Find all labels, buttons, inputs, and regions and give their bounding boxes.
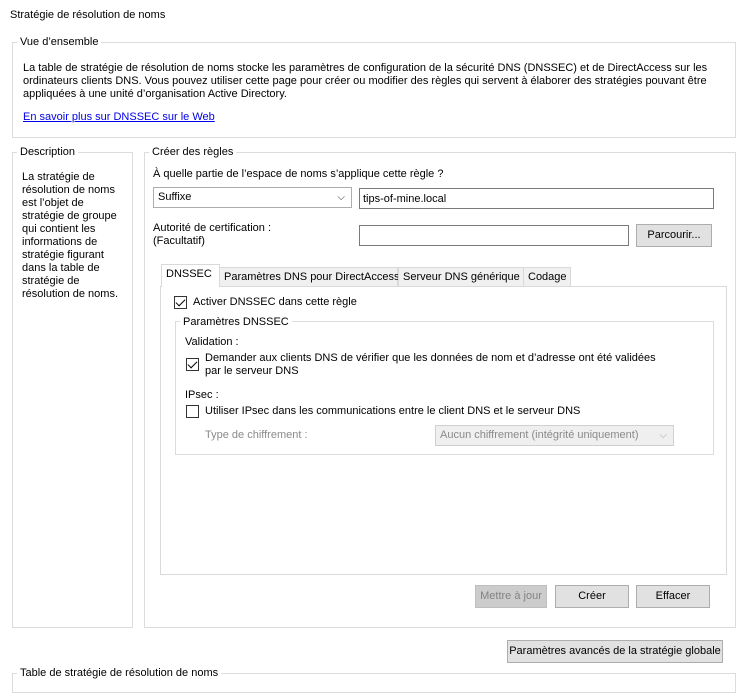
cert-authority-label: Autorité de certification : bbox=[153, 222, 272, 234]
tab-generic-dns-server[interactable]: Serveur DNS générique bbox=[398, 267, 524, 287]
dnssec-web-link[interactable]: En savoir plus sur DNSSEC sur le Web bbox=[23, 111, 215, 124]
dnssec-params-title: Paramètres DNSSEC bbox=[180, 316, 292, 329]
description-line: La stratégie de bbox=[22, 171, 95, 183]
overview-title: Vue d’ensemble bbox=[17, 36, 102, 49]
tab-encoding[interactable]: Codage bbox=[523, 267, 571, 287]
description-text: La stratégie de résolution de noms est l… bbox=[22, 171, 118, 301]
page-title: Stratégie de résolution de noms bbox=[10, 9, 166, 21]
clear-button[interactable]: Effacer bbox=[636, 585, 710, 608]
encryption-type-value: Aucun chiffrement (intégrité uniquement) bbox=[440, 429, 639, 441]
description-line: stratégie de groupe bbox=[22, 210, 117, 222]
overview-text-line1: La table de stratégie de résolution de n… bbox=[23, 62, 708, 74]
description-line: stratégie de bbox=[22, 275, 80, 287]
create-rules-title: Créer des règles bbox=[149, 146, 237, 159]
tab-dnssec[interactable]: DNSSEC bbox=[161, 264, 220, 287]
validation-checkbox[interactable] bbox=[186, 358, 199, 371]
enable-dnssec-checkbox[interactable] bbox=[174, 296, 187, 309]
advanced-global-settings-button[interactable]: Paramètres avancés de la stratégie globa… bbox=[507, 640, 723, 663]
ipsec-checkbox[interactable] bbox=[186, 405, 199, 418]
chevron-down-icon: ⌵ bbox=[659, 430, 667, 441]
description-line: est l’objet de bbox=[22, 197, 84, 209]
overview-text-line2: ordinateurs clients DNS. Vous pouvez uti… bbox=[23, 75, 707, 87]
description-title: Description bbox=[17, 146, 79, 159]
description-line: stratégie figurant bbox=[22, 249, 104, 261]
cert-authority-input[interactable] bbox=[359, 225, 629, 246]
enable-dnssec-label: Activer DNSSEC dans cette règle bbox=[193, 296, 357, 308]
namespace-question: À quelle partie de l’espace de noms s’ap… bbox=[153, 168, 444, 180]
description-line: informations de bbox=[22, 236, 98, 248]
chevron-down-icon: ⌵ bbox=[337, 192, 345, 203]
namespace-scope-value: Suffixe bbox=[158, 191, 192, 203]
ipsec-title: IPsec : bbox=[185, 389, 219, 401]
tab-directaccess-dns-settings[interactable]: Paramètres DNS pour DirectAccess bbox=[219, 267, 399, 287]
create-button[interactable]: Créer bbox=[555, 585, 629, 608]
cert-authority-optional-label: (Facultatif) bbox=[153, 235, 205, 247]
namespace-scope-select[interactable]: Suffixe ⌵ bbox=[153, 187, 352, 208]
namespace-value-input[interactable] bbox=[359, 188, 714, 209]
encryption-type-label: Type de chiffrement : bbox=[205, 429, 308, 441]
validation-title: Validation : bbox=[185, 336, 239, 348]
description-line: résolution de noms. bbox=[22, 288, 118, 300]
ipsec-label: Utiliser IPsec dans les communications e… bbox=[205, 405, 581, 417]
update-button[interactable]: Mettre à jour bbox=[475, 585, 547, 608]
policy-table-title: Table de stratégie de résolution de noms bbox=[17, 667, 222, 680]
encryption-type-select[interactable]: Aucun chiffrement (intégrité uniquement)… bbox=[435, 425, 674, 446]
browse-button[interactable]: Parcourir... bbox=[636, 224, 712, 247]
description-line: résolution de noms bbox=[22, 184, 115, 196]
validation-label-line2: par le serveur DNS bbox=[205, 365, 299, 377]
overview-text-line3: appliquées à une unité d’organisation Ac… bbox=[23, 88, 287, 100]
validation-label-line1: Demander aux clients DNS de vérifier que… bbox=[205, 352, 656, 364]
description-line: dans la table de bbox=[22, 262, 100, 274]
description-line: qui contient les bbox=[22, 223, 96, 235]
